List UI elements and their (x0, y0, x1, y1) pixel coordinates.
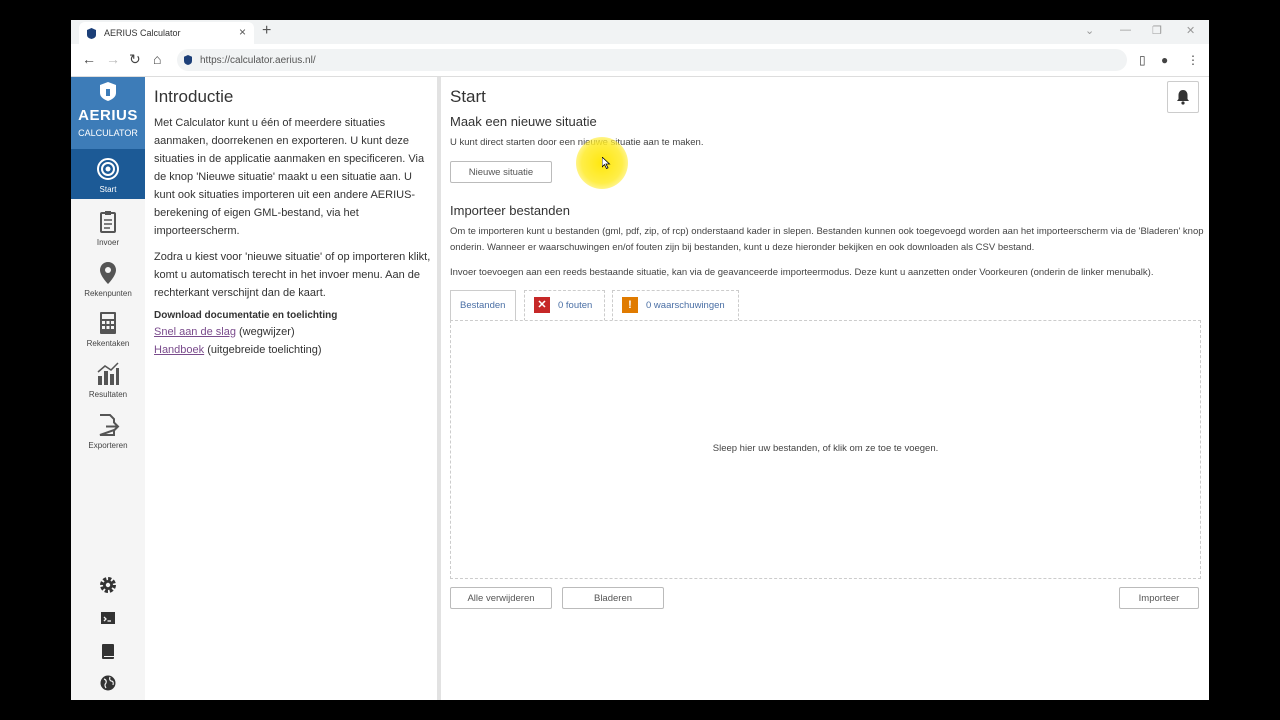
gear-icon[interactable] (98, 575, 118, 595)
sidebar-item-label: Rekenpunten (84, 289, 132, 298)
new-situation-button[interactable]: Nieuwe situatie (450, 161, 552, 183)
logo-subtitle: CALCULATOR (78, 128, 138, 138)
new-tab-icon[interactable]: + (262, 22, 271, 40)
reload-icon[interactable]: ↻ (129, 51, 141, 68)
address-bar[interactable]: https://calculator.aerius.nl/ (177, 49, 1127, 71)
import-advanced-text: Invoer toevoegen aan een reeds bestaande… (450, 267, 1154, 278)
intro-paragraph: Zodra u kiest voor 'nieuwe situatie' of … (154, 251, 431, 299)
intro-panel: Introductie Met Calculator kunt u één of… (145, 77, 437, 700)
tab-label: Bestanden (460, 300, 506, 311)
profile-icon[interactable]: ● (1161, 53, 1168, 67)
book-icon[interactable] (98, 641, 118, 661)
download-heading: Download documentatie en toelichting (154, 310, 338, 321)
page-title: Start (450, 87, 486, 106)
link-row: Snel aan de slag (wegwijzer) (154, 326, 295, 338)
browse-button[interactable]: Bladeren (562, 587, 664, 609)
sidebar-item-label: Start (99, 185, 117, 194)
link-suffix: (uitgebreide toelichting) (204, 344, 322, 356)
sidebar-item-start[interactable]: Start (71, 149, 145, 199)
tab-label: 0 fouten (558, 300, 593, 311)
back-icon[interactable]: ← (82, 51, 96, 67)
aerius-app: AERIUS CALCULATOR Start Invoer Rekenpunt… (71, 77, 1209, 700)
tab-title: AERIUS Calculator (104, 28, 181, 38)
sidebar-item-label: Exporteren (88, 441, 128, 450)
error-icon: ✕ (534, 297, 550, 313)
globe-icon[interactable] (98, 673, 118, 693)
intro-title: Introductie (154, 87, 234, 106)
tab-bestanden[interactable]: Bestanden (450, 290, 516, 322)
url-text: https://calculator.aerius.nl/ (200, 55, 316, 66)
link-suffix: (wegwijzer) (235, 326, 295, 338)
window-close-icon[interactable]: ✕ (1186, 24, 1195, 37)
forward-icon[interactable]: → (106, 51, 120, 67)
terminal-icon[interactable] (98, 608, 118, 628)
lock-icon (184, 55, 192, 65)
close-tab-icon[interactable]: × (239, 25, 246, 39)
maximize-icon[interactable]: ❐ (1152, 24, 1162, 37)
new-situation-heading: Maak een nieuwe situatie (450, 114, 597, 129)
address-toolbar: ← → ↻ ⌂ https://calculator.aerius.nl/ ▯ … (71, 44, 1209, 77)
link-row: Handboek (uitgebreide toelichting) (154, 344, 322, 356)
sidebar: AERIUS CALCULATOR Start Invoer Rekenpunt… (71, 77, 145, 700)
clipboard-icon (100, 211, 116, 233)
calculator-icon (100, 312, 116, 334)
tab-fouten[interactable]: ✕ 0 fouten (524, 290, 605, 321)
notifications-button[interactable] (1167, 81, 1199, 113)
sidebar-item-label: Invoer (96, 238, 120, 247)
shield-logo-icon (100, 82, 116, 101)
snel-aan-de-slag-link[interactable]: Snel aan de slag (154, 326, 236, 338)
sidebar-item-resultaten[interactable]: Resultaten (71, 354, 145, 404)
sidebar-item-rekenpunten[interactable]: Rekenpunten (71, 253, 145, 303)
browser-window: AERIUS Calculator × + ⌄ — ❐ ✕ ← → ↻ ⌂ ht… (71, 20, 1209, 700)
sidebar-item-exporteren[interactable]: Exporteren (71, 405, 145, 455)
aerius-favicon-icon (87, 28, 96, 39)
side-panel-icon[interactable]: ▯ (1139, 53, 1146, 67)
file-drop-zone[interactable]: Sleep hier uw bestanden, of klik om ze t… (450, 320, 1201, 579)
handboek-link[interactable]: Handboek (154, 344, 204, 356)
new-situation-text: U kunt direct starten door een nieuwe si… (450, 137, 704, 148)
warning-icon: ! (622, 297, 638, 313)
bar-chart-icon (97, 362, 119, 385)
sidebar-item-invoer[interactable]: Invoer (71, 202, 145, 252)
target-icon (97, 158, 119, 180)
logo-name: AERIUS (78, 107, 138, 124)
bell-icon (1177, 90, 1189, 105)
home-icon[interactable]: ⌂ (153, 51, 161, 67)
remove-all-button[interactable]: Alle verwijderen (450, 587, 552, 609)
import-heading: Importeer bestanden (450, 203, 570, 218)
tab-strip: AERIUS Calculator × + ⌄ — ❐ ✕ (71, 20, 1209, 44)
drop-zone-message: Sleep hier uw bestanden, of klik om ze t… (712, 443, 939, 454)
import-button[interactable]: Importeer (1119, 587, 1199, 609)
browser-tab[interactable]: AERIUS Calculator × (79, 22, 254, 44)
intro-paragraph: Met Calculator kunt u één of meerdere si… (154, 117, 425, 237)
tab-waarschuwingen[interactable]: ! 0 waarschuwingen (612, 290, 739, 321)
mouse-cursor-icon (602, 157, 611, 169)
sidebar-item-label: Rekentaken (86, 339, 130, 348)
import-text: Om te importeren kunt u bestanden (gml, … (450, 226, 1204, 253)
tab-label: 0 waarschuwingen (646, 300, 725, 311)
start-panel: Start Maak een nieuwe situatie U kunt di… (441, 77, 1209, 700)
aerius-logo[interactable]: AERIUS CALCULATOR (71, 77, 145, 149)
minimize-icon[interactable]: — (1120, 24, 1131, 36)
tab-search-icon[interactable]: ⌄ (1085, 24, 1094, 37)
browser-menu-icon[interactable]: ⋮ (1187, 53, 1199, 67)
map-pin-icon (100, 262, 116, 284)
export-icon (99, 414, 120, 436)
sidebar-item-rekentaken[interactable]: Rekentaken (71, 303, 145, 353)
sidebar-item-label: Resultaten (88, 390, 128, 399)
